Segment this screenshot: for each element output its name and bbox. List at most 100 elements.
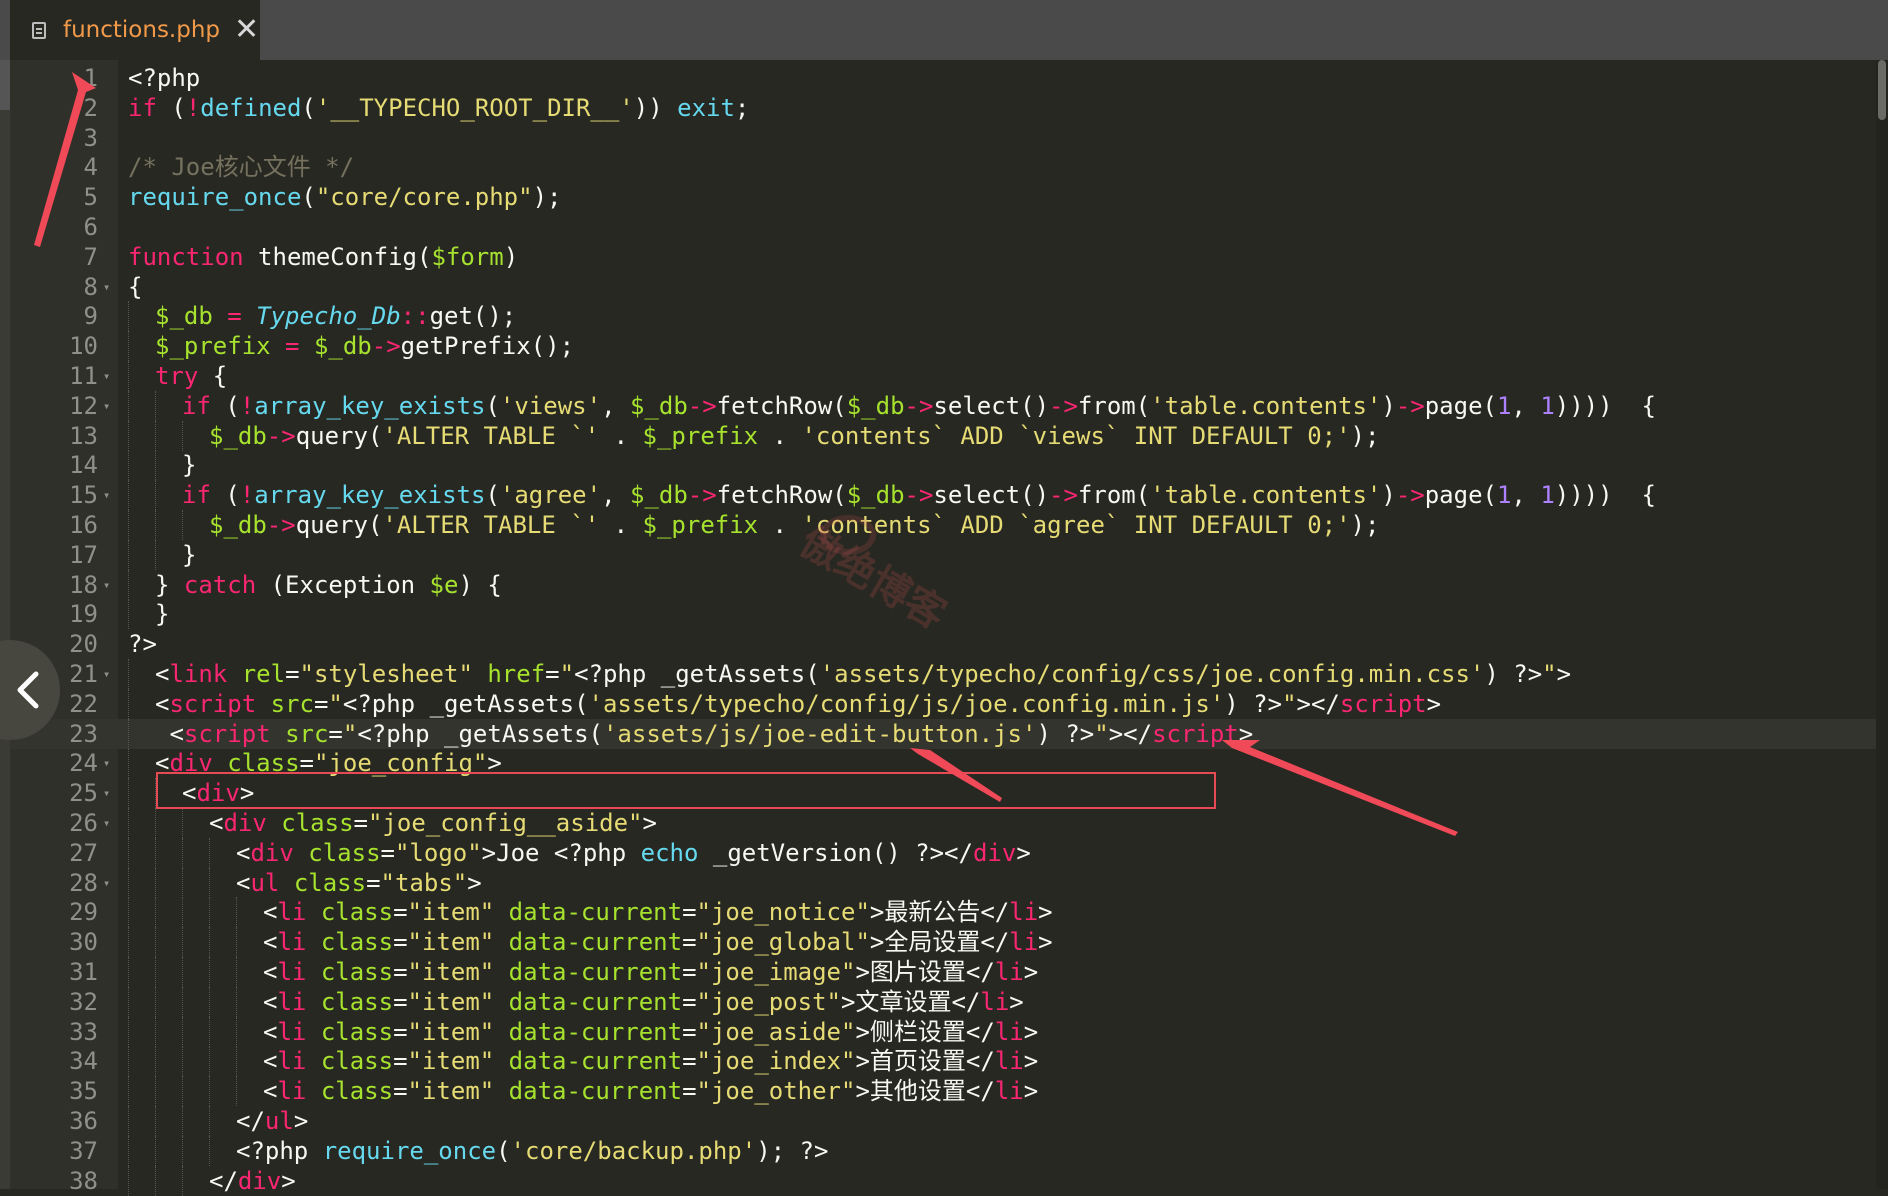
file-icon xyxy=(32,21,46,39)
indent-guide xyxy=(236,986,237,1017)
indent-guide xyxy=(155,867,156,898)
fold-arrow-icon[interactable]: ▾ xyxy=(103,808,110,838)
code-text: <div> xyxy=(182,779,255,808)
code-text: <div class="joe_config__aside"> xyxy=(209,809,657,837)
code-editor[interactable]: 1 <?php 2 if (!defined('__TYPECHO_ROOT_DIR_… xyxy=(0,60,1888,1196)
code-text: <li class="item" data-current="joe_post"… xyxy=(263,987,1024,1016)
tab-functions-php[interactable]: functions.php ✕ xyxy=(10,0,260,60)
indent-guide xyxy=(155,1016,156,1047)
indent-guide xyxy=(236,1046,237,1077)
indent-guide xyxy=(155,450,156,481)
indent-guide xyxy=(155,1165,156,1196)
indent-guide xyxy=(209,957,210,987)
indent-guide xyxy=(128,1076,129,1107)
indent-guide xyxy=(155,420,156,451)
line-number: 17 xyxy=(69,540,98,569)
line-number: 24 xyxy=(69,749,98,778)
code-text: <li class="item" data-current="joe_index… xyxy=(263,1047,1039,1076)
fold-arrow-icon[interactable]: ▾ xyxy=(103,272,110,302)
code-text: <div class="joe_config"> xyxy=(155,749,502,778)
code-text: <script src="<?php _getAssets('assets/ty… xyxy=(155,689,1442,718)
fold-arrow-icon[interactable]: ▾ xyxy=(103,778,110,808)
line-number: 35 xyxy=(69,1077,98,1106)
indent-guide xyxy=(209,1016,210,1047)
code-text: $_prefix = $_db->getPrefix(); xyxy=(155,332,575,361)
indent-guide xyxy=(209,897,210,928)
indent-guide xyxy=(236,1016,237,1047)
code-text: <?php xyxy=(128,64,201,92)
indent-guide xyxy=(182,927,183,958)
indent-guide xyxy=(209,1135,210,1166)
indent-guide xyxy=(128,450,129,481)
code-text: <?php require_once('core/backup.php'); ?… xyxy=(236,1136,829,1165)
indent-guide xyxy=(209,837,210,868)
indent-guide xyxy=(182,957,183,987)
indent-guide xyxy=(128,510,129,540)
indent-guide xyxy=(128,569,129,600)
indent-guide xyxy=(182,808,183,838)
line-number: 27 xyxy=(69,838,98,867)
indent-guide xyxy=(182,1076,183,1107)
indent-guide xyxy=(182,1046,183,1077)
fold-arrow-icon[interactable]: ▾ xyxy=(103,570,110,600)
indent-guide xyxy=(128,599,129,630)
line-number: 33 xyxy=(69,1017,98,1046)
fold-arrow-icon[interactable]: ▾ xyxy=(103,361,110,391)
indent-guide xyxy=(182,420,183,451)
minimap-strip xyxy=(0,60,10,1189)
line-number: 19 xyxy=(69,600,98,629)
indent-guide xyxy=(236,927,237,958)
indent-guide xyxy=(209,1046,210,1077)
fold-arrow-icon[interactable]: ▾ xyxy=(103,391,110,421)
line-number: 32 xyxy=(69,987,98,1016)
indent-guide xyxy=(128,957,129,987)
code-text: <li class="item" data-current="joe_aside… xyxy=(263,1017,1039,1046)
indent-guide xyxy=(128,301,129,332)
indent-guide xyxy=(182,1106,183,1136)
fold-arrow-icon[interactable]: ▾ xyxy=(103,659,110,689)
code-text: $_db = Typecho_Db::get(); xyxy=(155,302,517,331)
indent-guide xyxy=(128,1135,129,1166)
indent-guide xyxy=(128,927,129,958)
line-number: 37 xyxy=(69,1136,98,1165)
line-number: 6 xyxy=(83,213,98,241)
indent-guide xyxy=(155,1076,156,1107)
line-number: 10 xyxy=(69,332,98,361)
indent-guide xyxy=(155,1106,156,1136)
code-text: $_db->query('ALTER TABLE `' . $_prefix .… xyxy=(209,421,1380,450)
code-text: { xyxy=(128,272,143,301)
indent-guide xyxy=(236,897,237,928)
line-number: 11 xyxy=(69,362,98,390)
line-number: 26 xyxy=(69,809,98,837)
indent-guide xyxy=(155,957,156,987)
indent-guide xyxy=(182,1165,183,1196)
line-number: 18 xyxy=(69,570,98,599)
code-text: ?> xyxy=(128,630,157,659)
fold-arrow-icon[interactable]: ▾ xyxy=(103,480,110,510)
close-icon[interactable]: ✕ xyxy=(234,15,259,45)
indent-guide xyxy=(155,778,156,809)
indent-guide xyxy=(155,837,156,868)
indent-guide xyxy=(155,510,156,540)
indent-guide xyxy=(128,778,129,809)
line-number: 25 xyxy=(69,779,98,808)
indent-guide xyxy=(182,1016,183,1047)
indent-guide xyxy=(182,1135,183,1166)
indent-guide xyxy=(155,390,156,421)
indent-guide xyxy=(128,331,129,362)
line-number: 2 xyxy=(83,93,98,122)
indent-guide xyxy=(128,688,129,719)
line-number: 8 xyxy=(83,272,98,301)
indent-guide xyxy=(182,837,183,868)
scrollbar-thumb[interactable] xyxy=(1878,60,1886,120)
line-number: 5 xyxy=(83,183,98,212)
fold-arrow-icon[interactable]: ▾ xyxy=(103,868,110,898)
line-number: 28 xyxy=(69,868,98,897)
indent-guide xyxy=(209,867,210,898)
fold-arrow-icon[interactable]: ▾ xyxy=(103,748,110,778)
code-text: <li class="item" data-current="joe_notic… xyxy=(263,898,1053,927)
indent-guide xyxy=(155,1135,156,1166)
vertical-scrollbar[interactable] xyxy=(1876,60,1888,1189)
line-number: 29 xyxy=(69,898,98,927)
indent-guide xyxy=(128,837,129,868)
